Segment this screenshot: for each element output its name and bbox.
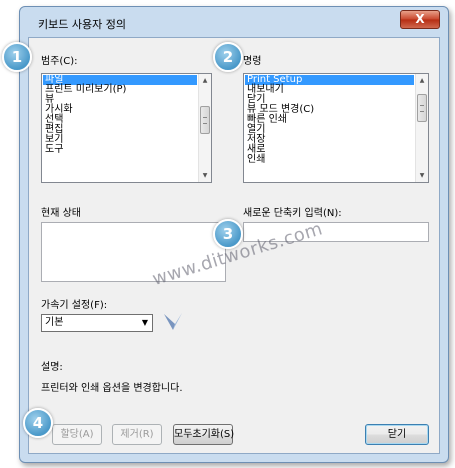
remove-button[interactable]: 제거(R) — [112, 424, 162, 445]
description-text: 프린터와 인쇄 옵션을 변경합니다. — [41, 383, 183, 394]
scroll-up-icon[interactable]: ▲ — [416, 74, 428, 87]
commands-list-item[interactable]: 내보내기 — [245, 85, 414, 95]
accelerator-select[interactable]: 기본 ▼ — [41, 314, 153, 332]
new-shortcut-label: 새로운 단축키 입력(N): — [243, 208, 342, 219]
accelerator-value: 기본 — [45, 317, 64, 328]
scroll-down-icon[interactable]: ▼ — [416, 169, 428, 182]
assign-button[interactable]: 할당(A) — [52, 424, 102, 445]
commands-list-item[interactable]: 새로 — [245, 145, 414, 155]
categories-label: 범주(C): — [41, 56, 78, 67]
commands-label: 명령 — [243, 56, 262, 67]
commands-list-item[interactable]: 빠른 인쇄 — [245, 115, 414, 125]
categories-listbox[interactable]: 파일 프린트 미리보기(P) 뷰 가시화 선택 편집 보기 도구 ▲ ▼ — [41, 73, 212, 183]
categories-list: 파일 프린트 미리보기(P) 뷰 가시화 선택 편집 보기 도구 — [43, 75, 197, 181]
callout-badge-1: 1 — [2, 42, 32, 72]
commands-list-item[interactable]: 저장 — [245, 135, 414, 145]
categories-list-item[interactable]: 보기 — [43, 135, 197, 145]
dropdown-arrow-icon: ▼ — [141, 318, 148, 327]
categories-list-item[interactable]: 편집 — [43, 125, 197, 135]
title-bar[interactable]: 키보드 사용자 정의 X — [20, 7, 448, 37]
description-label: 설명: — [41, 362, 63, 373]
commands-listbox[interactable]: Print Setup 내보내기 닫기 뷰 모드 변경(C) 빠른 인쇄 열기 저장 새로 인쇄… — [243, 73, 429, 183]
accelerator-label: 가속기 설정(F): — [41, 300, 108, 311]
callout-badge-4: 4 — [23, 408, 53, 438]
current-state-label: 현재 상태 — [41, 208, 81, 219]
commands-list: Print Setup 내보내기 닫기 뷰 모드 변경(C) 빠른 인쇄 열기 저장 새로 인쇄 — [245, 75, 414, 181]
dialog-title: 키보드 사용자 정의 — [38, 18, 126, 31]
watermark-logo-icon — [164, 313, 182, 330]
commands-list-item[interactable]: 열기 — [245, 125, 414, 135]
scroll-up-icon[interactable]: ▲ — [199, 74, 211, 87]
close-window-button[interactable]: X — [400, 10, 440, 29]
categories-scrollbar[interactable]: ▲ ▼ — [198, 74, 211, 182]
scroll-thumb[interactable] — [417, 94, 427, 122]
reset-all-button[interactable]: 모두초기화(S) — [173, 424, 234, 445]
categories-list-item[interactable]: 도구 — [43, 145, 197, 155]
categories-list-item[interactable]: 가시화 — [43, 105, 197, 115]
commands-list-item[interactable]: 인쇄 — [245, 155, 414, 165]
close-button[interactable]: 닫기 — [365, 424, 429, 445]
scroll-thumb[interactable] — [200, 106, 210, 134]
commands-scrollbar[interactable]: ▲ ▼ — [415, 74, 428, 182]
categories-list-item[interactable]: 프린트 미리보기(P) — [43, 85, 197, 95]
scroll-down-icon[interactable]: ▼ — [199, 169, 211, 182]
callout-badge-2: 2 — [213, 42, 243, 72]
categories-list-item[interactable]: 선택 — [43, 115, 197, 125]
